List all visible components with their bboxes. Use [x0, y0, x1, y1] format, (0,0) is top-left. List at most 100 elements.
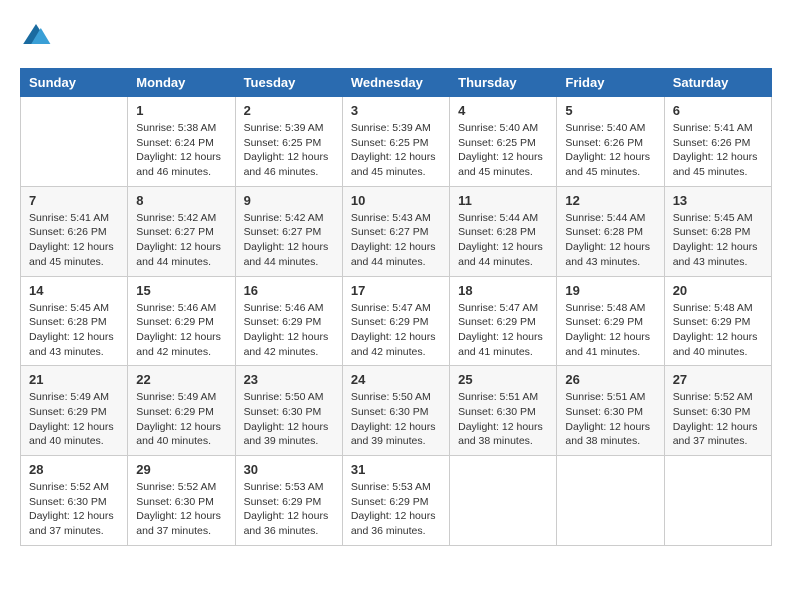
calendar-cell: 4Sunrise: 5:40 AMSunset: 6:25 PMDaylight… — [450, 97, 557, 187]
day-header-saturday: Saturday — [664, 69, 771, 97]
day-info: Sunrise: 5:49 AMSunset: 6:29 PMDaylight:… — [136, 390, 226, 449]
calendar-body: 1 Sunrise: 5:38 AMSunset: 6:24 PMDaylight… — [21, 97, 772, 546]
day-info: Sunrise: 5:50 AMSunset: 6:30 PMDaylight:… — [351, 390, 441, 449]
day-number: 30 — [244, 462, 334, 477]
calendar-cell: 31Sunrise: 5:53 AMSunset: 6:29 PMDayligh… — [342, 456, 449, 546]
day-number: 14 — [29, 283, 119, 298]
day-number: 27 — [673, 372, 763, 387]
calendar-cell: 30 Sunrise: 5:53 AMSunset: 6:29 PMDayligh… — [235, 456, 342, 546]
day-info: Sunrise: 5:52 AMSunset: 6:30 PMDaylight:… — [136, 480, 226, 539]
calendar-table: SundayMondayTuesdayWednesdayThursdayFrid… — [20, 68, 772, 546]
calendar-cell: 27Sunrise: 5:52 AMSunset: 6:30 PMDayligh… — [664, 366, 771, 456]
logo — [20, 20, 56, 52]
day-number: 3 — [351, 103, 441, 118]
day-number: 10 — [351, 193, 441, 208]
day-number: 17 — [351, 283, 441, 298]
calendar-cell: 15 Sunrise: 5:46 AMSunset: 6:29 PMDayligh… — [128, 276, 235, 366]
calendar-cell: 28Sunrise: 5:52 AMSunset: 6:30 PMDayligh… — [21, 456, 128, 546]
day-number: 5 — [565, 103, 655, 118]
calendar-cell: 12 Sunrise: 5:44 AMSunset: 6:28 PMDayligh… — [557, 186, 664, 276]
day-info: Sunrise: 5:42 AMSunset: 6:27 PMDaylight:… — [136, 211, 226, 270]
day-header-sunday: Sunday — [21, 69, 128, 97]
calendar-cell: 23Sunrise: 5:50 AMSunset: 6:30 PMDayligh… — [235, 366, 342, 456]
day-header-tuesday: Tuesday — [235, 69, 342, 97]
calendar-cell: 19 Sunrise: 5:48 AMSunset: 6:29 PMDayligh… — [557, 276, 664, 366]
day-number: 11 — [458, 193, 548, 208]
day-number: 8 — [136, 193, 226, 208]
calendar-cell: 18 Sunrise: 5:47 AMSunset: 6:29 PMDayligh… — [450, 276, 557, 366]
day-number: 20 — [673, 283, 763, 298]
calendar-cell — [21, 97, 128, 187]
day-number: 19 — [565, 283, 655, 298]
day-info: Sunrise: 5:53 AMSunset: 6:29 PMDaylight:… — [244, 480, 334, 539]
day-header-thursday: Thursday — [450, 69, 557, 97]
day-number: 15 — [136, 283, 226, 298]
day-header-wednesday: Wednesday — [342, 69, 449, 97]
day-number: 22 — [136, 372, 226, 387]
calendar-cell — [450, 456, 557, 546]
calendar-cell — [557, 456, 664, 546]
day-number: 24 — [351, 372, 441, 387]
day-number: 12 — [565, 193, 655, 208]
calendar-cell: 1 Sunrise: 5:38 AMSunset: 6:24 PMDaylight… — [128, 97, 235, 187]
day-header-friday: Friday — [557, 69, 664, 97]
logo-icon — [20, 20, 52, 52]
day-header-monday: Monday — [128, 69, 235, 97]
day-info: Sunrise: 5:45 AMSunset: 6:28 PMDaylight:… — [29, 301, 119, 360]
calendar-header: SundayMondayTuesdayWednesdayThursdayFrid… — [21, 69, 772, 97]
day-info: Sunrise: 5:49 AMSunset: 6:29 PMDaylight:… — [29, 390, 119, 449]
day-info: Sunrise: 5:39 AMSunset: 6:25 PMDaylight:… — [244, 121, 334, 180]
day-info: Sunrise: 5:47 AMSunset: 6:29 PMDaylight:… — [351, 301, 441, 360]
calendar-cell: 10Sunrise: 5:43 AMSunset: 6:27 PMDayligh… — [342, 186, 449, 276]
calendar-cell: 26 Sunrise: 5:51 AMSunset: 6:30 PMDayligh… — [557, 366, 664, 456]
calendar-week-2: 7 Sunrise: 5:41 AMSunset: 6:26 PMDaylight… — [21, 186, 772, 276]
day-number: 16 — [244, 283, 334, 298]
calendar-cell: 9 Sunrise: 5:42 AMSunset: 6:27 PMDaylight… — [235, 186, 342, 276]
day-info: Sunrise: 5:42 AMSunset: 6:27 PMDaylight:… — [244, 211, 334, 270]
day-info: Sunrise: 5:41 AMSunset: 6:26 PMDaylight:… — [673, 121, 763, 180]
day-number: 29 — [136, 462, 226, 477]
calendar-cell: 2 Sunrise: 5:39 AMSunset: 6:25 PMDaylight… — [235, 97, 342, 187]
day-info: Sunrise: 5:38 AMSunset: 6:24 PMDaylight:… — [136, 121, 226, 180]
calendar-cell: 21 Sunrise: 5:49 AMSunset: 6:29 PMDayligh… — [21, 366, 128, 456]
calendar-cell: 20Sunrise: 5:48 AMSunset: 6:29 PMDayligh… — [664, 276, 771, 366]
day-number: 25 — [458, 372, 548, 387]
day-info: Sunrise: 5:39 AMSunset: 6:25 PMDaylight:… — [351, 121, 441, 180]
calendar-cell: 29 Sunrise: 5:52 AMSunset: 6:30 PMDayligh… — [128, 456, 235, 546]
day-number: 26 — [565, 372, 655, 387]
calendar-cell: 13 Sunrise: 5:45 AMSunset: 6:28 PMDayligh… — [664, 186, 771, 276]
day-info: Sunrise: 5:44 AMSunset: 6:28 PMDaylight:… — [565, 211, 655, 270]
header-row: SundayMondayTuesdayWednesdayThursdayFrid… — [21, 69, 772, 97]
day-info: Sunrise: 5:47 AMSunset: 6:29 PMDaylight:… — [458, 301, 548, 360]
day-number: 9 — [244, 193, 334, 208]
day-number: 18 — [458, 283, 548, 298]
day-number: 1 — [136, 103, 226, 118]
day-number: 21 — [29, 372, 119, 387]
day-info: Sunrise: 5:45 AMSunset: 6:28 PMDaylight:… — [673, 211, 763, 270]
calendar-cell: 7 Sunrise: 5:41 AMSunset: 6:26 PMDaylight… — [21, 186, 128, 276]
calendar-cell — [664, 456, 771, 546]
calendar-week-4: 21 Sunrise: 5:49 AMSunset: 6:29 PMDayligh… — [21, 366, 772, 456]
calendar-cell: 22 Sunrise: 5:49 AMSunset: 6:29 PMDayligh… — [128, 366, 235, 456]
calendar-cell: 25 Sunrise: 5:51 AMSunset: 6:30 PMDayligh… — [450, 366, 557, 456]
day-number: 4 — [458, 103, 548, 118]
day-info: Sunrise: 5:51 AMSunset: 6:30 PMDaylight:… — [458, 390, 548, 449]
day-number: 7 — [29, 193, 119, 208]
calendar-cell: 17 Sunrise: 5:47 AMSunset: 6:29 PMDayligh… — [342, 276, 449, 366]
day-info: Sunrise: 5:41 AMSunset: 6:26 PMDaylight:… — [29, 211, 119, 270]
day-info: Sunrise: 5:40 AMSunset: 6:26 PMDaylight:… — [565, 121, 655, 180]
calendar-cell: 6 Sunrise: 5:41 AMSunset: 6:26 PMDaylight… — [664, 97, 771, 187]
day-number: 28 — [29, 462, 119, 477]
calendar-cell: 5 Sunrise: 5:40 AMSunset: 6:26 PMDaylight… — [557, 97, 664, 187]
day-number: 13 — [673, 193, 763, 208]
day-number: 6 — [673, 103, 763, 118]
day-number: 31 — [351, 462, 441, 477]
calendar-cell: 11 Sunrise: 5:44 AMSunset: 6:28 PMDayligh… — [450, 186, 557, 276]
day-number: 2 — [244, 103, 334, 118]
calendar-cell: 16Sunrise: 5:46 AMSunset: 6:29 PMDayligh… — [235, 276, 342, 366]
day-info: Sunrise: 5:44 AMSunset: 6:28 PMDaylight:… — [458, 211, 548, 270]
calendar-week-5: 28 Sunrise: 5:52 AMSunset: 6:30 PMDayligh… — [21, 456, 772, 546]
day-info: Sunrise: 5:48 AMSunset: 6:29 PMDaylight:… — [565, 301, 655, 360]
day-info: Sunrise: 5:46 AMSunset: 6:29 PMDaylight:… — [136, 301, 226, 360]
day-info: Sunrise: 5:51 AMSunset: 6:30 PMDaylight:… — [565, 390, 655, 449]
